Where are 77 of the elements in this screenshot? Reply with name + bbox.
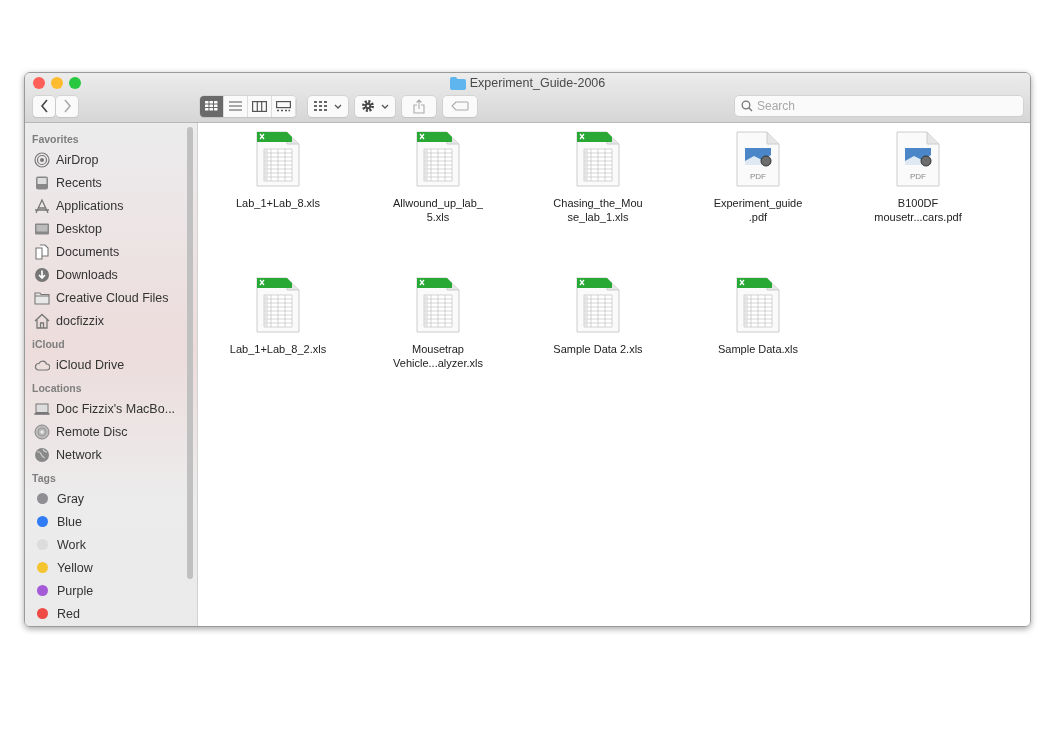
window-title: Experiment_Guide-2006 xyxy=(469,76,606,90)
zoom-button[interactable] xyxy=(69,77,81,89)
download-icon xyxy=(34,266,50,283)
file-type-label: PDF xyxy=(909,172,927,181)
sidebar-item[interactable]: docfizzix xyxy=(32,309,197,332)
file-name[interactable]: Experiment_guide .pdf xyxy=(713,196,803,224)
sidebar-item[interactable]: Red xyxy=(32,602,197,625)
pdf-file-icon[interactable]: PDF xyxy=(736,131,780,187)
icon-view-button[interactable] xyxy=(200,95,224,117)
action-button[interactable] xyxy=(355,95,395,117)
gear-icon xyxy=(361,99,375,113)
spreadsheet-file-icon[interactable] xyxy=(416,131,460,187)
spreadsheet-file-icon[interactable] xyxy=(576,131,620,187)
disc-icon xyxy=(34,423,50,440)
sidebar-item[interactable]: Yellow xyxy=(32,556,197,579)
file-name[interactable]: Sample Data.xls xyxy=(717,342,799,356)
share-icon xyxy=(413,98,425,114)
sidebar-item[interactable]: AirDrop xyxy=(32,148,197,171)
document-icon xyxy=(34,243,50,260)
sidebar-item[interactable]: Applications xyxy=(32,194,197,217)
caret-icon xyxy=(381,103,389,109)
sidebar-item[interactable]: Work xyxy=(32,533,197,556)
sidebar-item[interactable]: Purple xyxy=(32,579,197,602)
house-icon xyxy=(34,312,50,329)
airdrop-icon xyxy=(34,151,50,168)
sidebar-item[interactable]: Downloads xyxy=(32,263,197,286)
group-button[interactable] xyxy=(308,95,348,117)
file-name[interactable]: Mousetrap Vehicle...alyzer.xls xyxy=(393,342,483,370)
folder-icon xyxy=(449,76,466,90)
grid-icon xyxy=(205,101,218,111)
file-name[interactable]: Allwound_up_lab_ 5.xls xyxy=(393,196,483,224)
sidebar-item[interactable]: Blue xyxy=(32,510,197,533)
pdf-file-icon[interactable]: PDF xyxy=(896,131,940,187)
sidebar-item[interactable]: Network xyxy=(32,443,197,466)
caret-icon xyxy=(334,103,342,109)
file-name[interactable]: Lab_1+Lab_8_2.xls xyxy=(229,342,327,356)
sidebar-item[interactable]: iCloud Drive xyxy=(32,353,197,376)
sidebar-item[interactable]: Documents xyxy=(32,240,197,263)
list-icon xyxy=(229,101,242,111)
scrollbar[interactable] xyxy=(187,127,193,579)
applications-icon xyxy=(34,197,50,214)
sidebar-item[interactable]: Remote Disc xyxy=(32,420,197,443)
file-name[interactable]: Chasing_the_Mou se_lab_1.xls xyxy=(553,196,643,224)
sidebar-item[interactable]: Gray xyxy=(32,487,197,510)
file-name[interactable]: Lab_1+Lab_8.xls xyxy=(235,196,321,210)
file-name[interactable]: Sample Data 2.xls xyxy=(553,342,643,356)
gallery-view-button[interactable] xyxy=(272,95,296,117)
laptop-icon xyxy=(34,400,50,417)
globe-icon xyxy=(34,446,50,463)
file-type-label: PDF xyxy=(749,172,767,181)
spreadsheet-file-icon[interactable] xyxy=(256,131,300,187)
file-name[interactable]: B100DF mousetr...cars.pdf xyxy=(874,196,962,224)
spreadsheet-file-icon[interactable] xyxy=(256,277,300,333)
sidebar-section-heading: Favorites xyxy=(32,132,80,147)
columns-icon xyxy=(252,100,267,112)
column-view-button[interactable] xyxy=(248,95,272,117)
sidebar-item[interactable]: Doc Fizzix's MacBo... xyxy=(32,397,197,420)
search-icon xyxy=(741,100,753,112)
spreadsheet-file-icon[interactable] xyxy=(576,277,620,333)
close-button[interactable] xyxy=(33,77,45,89)
folder-icon xyxy=(34,289,50,306)
clock-icon xyxy=(34,174,50,191)
sidebar-item[interactable]: Creative Cloud Files xyxy=(32,286,197,309)
chevron-left-icon xyxy=(39,99,49,113)
spreadsheet-file-icon[interactable] xyxy=(416,277,460,333)
gallery-icon xyxy=(276,100,291,112)
chevron-right-icon xyxy=(62,99,72,113)
sidebar-section-heading: Locations xyxy=(32,381,83,396)
tag-icon xyxy=(451,101,469,111)
back-button[interactable] xyxy=(33,95,55,117)
search-field[interactable]: Search xyxy=(735,96,1023,116)
spreadsheet-file-icon[interactable] xyxy=(736,277,780,333)
sidebar-item[interactable]: Recents xyxy=(32,171,197,194)
grid-icon xyxy=(314,100,328,112)
sidebar-item[interactable]: Desktop xyxy=(32,217,197,240)
sidebar-section-heading: iCloud xyxy=(32,337,66,352)
sidebar-section-heading: Tags xyxy=(32,471,57,486)
